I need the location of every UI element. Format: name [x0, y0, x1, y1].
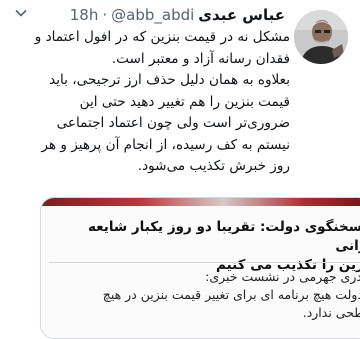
- tweet[interactable]: عباس عبدی @abb_abdi · 18h مشکل نه در قیم…: [0, 0, 360, 339]
- handle[interactable]: @abb_abdi: [111, 6, 194, 24]
- tweet-text: مشکل نه در قیمت بنزین که در افول اعتماد …: [6, 27, 290, 178]
- tweet-text-line: نیستم به کف رسیده، از انجام آن پرهیز و ه…: [41, 136, 290, 153]
- embedded-media-card[interactable]: سخنگوی دولت: تقریبا دو روز یکبار شایعه گ…: [40, 197, 360, 339]
- tweet-text-line: قیمت بنزین را هم تغییر دهید حتی این: [79, 93, 290, 110]
- card-top-banner: [41, 198, 360, 206]
- avatar-image: [294, 10, 348, 64]
- tweet-text-line: بعلاوه به همان دلیل حذف ارز ترجیحی، باید: [49, 72, 290, 88]
- card-divider: [49, 262, 360, 263]
- card-body-line: بهادری جهرمی در نشست خبری:: [205, 269, 360, 284]
- timestamp[interactable]: 18h: [70, 6, 99, 24]
- tweet-text-line: روز خبرش تکذیب می‌شود.: [137, 158, 290, 174]
- card-image: سخنگوی دولت: تقریبا دو روز یکبار شایعه گ…: [41, 206, 360, 338]
- card-body-line: سطحی ندارد.: [302, 305, 360, 320]
- card-body-line: دولت هیچ برنامه ای برای تغییر قیمت بنزین…: [102, 287, 360, 302]
- more-options-chevron-icon[interactable]: [12, 4, 30, 22]
- tweet-text-line: ضروری‌تر است ولی چون اعتماد اجتماعی: [56, 115, 290, 131]
- tweet-header: عباس عبدی @abb_abdi · 18h: [8, 5, 285, 25]
- card-body: بهادری جهرمی در نشست خبری: دولت هیچ برنا…: [49, 268, 360, 322]
- tweet-text-line: فقدان رسانه آزاد و معتبر است.: [111, 50, 290, 67]
- card-headline: سخنگوی دولت: تقریبا دو روز یکبار شایعه گ…: [49, 218, 360, 275]
- display-name[interactable]: عباس عبدی: [198, 6, 285, 24]
- avatar[interactable]: [294, 10, 348, 64]
- tweet-text-line: مشکل نه در قیمت بنزین که در افول اعتماد …: [34, 29, 290, 45]
- card-headline-line: سخنگوی دولت: تقریبا دو روز یکبار شایعه گ…: [87, 219, 360, 254]
- separator-dot: ·: [102, 6, 108, 24]
